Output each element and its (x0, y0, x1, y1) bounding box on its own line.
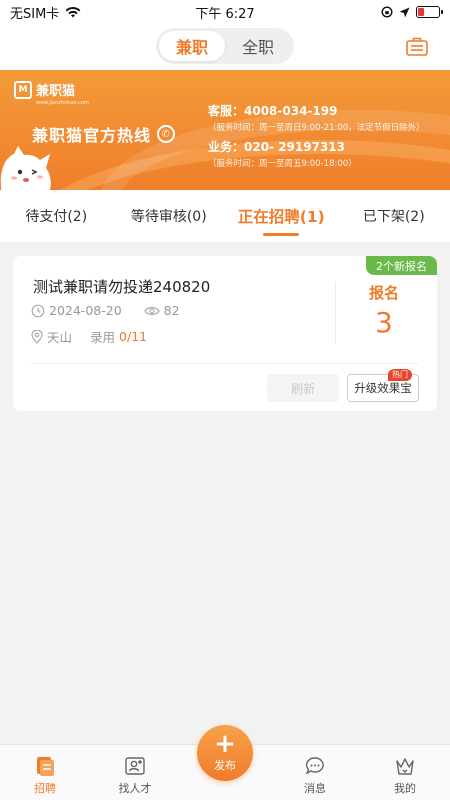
logo-text: 兼职猫 (36, 84, 76, 99)
nav-messages-label: 消息 (304, 782, 326, 795)
nav-profile-label: 我的 (394, 782, 416, 795)
hotline-title-text: 兼职猫官方热线 (32, 126, 152, 145)
bottom-nav: 招聘 找人才 消息 我的 + 发布 (0, 725, 450, 800)
upgrade-button[interactable]: 升级效果宝 热门 (347, 369, 419, 402)
nav-find-talent[interactable]: 找人才 (90, 745, 180, 800)
recruit-icon (37, 757, 54, 776)
tab-pending-review[interactable]: 等待审核(0) (113, 190, 226, 242)
business-line: 业务：020- 29197313 (208, 140, 346, 154)
nav-recruit-label: 招聘 (34, 782, 56, 795)
service-contact: 客服：4008-034-199 （服务时间：周一至周日9:00-21:00，法定… (208, 102, 425, 133)
job-location: 天山 (47, 330, 73, 345)
status-bar: 无SIM卡 下午 6:27 (0, 0, 450, 24)
job-type-toggle: 兼职 全职 (156, 28, 294, 64)
status-tabs: 待支付(2) 等待审核(0) 正在招聘(1) 已下架(2) (0, 190, 450, 242)
service-line: 客服：4008-034-199 (208, 104, 338, 118)
apply-label: 报名 (369, 284, 400, 302)
job-date: 2024-08-20 (49, 303, 122, 318)
nav-messages[interactable]: 消息 (270, 745, 360, 800)
business-hours: （服务时间：周一至周五9:00-18:00） (208, 159, 357, 169)
hot-badge: 热门 (388, 369, 412, 381)
tab-pending-payment[interactable]: 待支付(2) (0, 190, 113, 242)
hire-value: 0/11 (119, 329, 148, 344)
find-talent-icon (125, 757, 145, 775)
hire-label: 录用 (90, 330, 116, 345)
status-right (381, 6, 443, 18)
publish-button[interactable]: + 发布 (197, 725, 253, 781)
nav-recruit[interactable]: 招聘 (0, 745, 90, 800)
job-location-meta: 天山 录用 0/11 (31, 327, 147, 346)
wifi-icon (65, 7, 81, 18)
business-contact: 业务：020- 29197313 （服务时间：周一至周五9:00-18:00） (208, 138, 357, 169)
orientation-lock-icon (381, 6, 393, 18)
status-left: 无SIM卡 (10, 3, 81, 22)
header: 兼职 全职 (0, 24, 450, 70)
card-divider (31, 363, 419, 364)
card-divider (335, 282, 336, 344)
new-applicants-badge: 2个新报名 (366, 256, 437, 275)
job-views: 82 (163, 303, 180, 318)
job-card[interactable]: 2个新报名 测试兼职请勿投递240820 2024-08-20 82 天山 录用… (13, 256, 437, 411)
phone-icon: ✆ (157, 125, 176, 143)
refresh-button[interactable]: 刷新 (267, 374, 339, 402)
upgrade-button-label: 升级效果宝 (354, 381, 412, 395)
hotline-title: 兼职猫官方热线 ✆ (32, 122, 176, 146)
apply-count[interactable]: 3 (375, 306, 393, 339)
hotline-banner[interactable]: M 兼职猫 www.jianzhimao.com 兼职猫官方热线 ✆ 客服：40… (0, 70, 450, 190)
carrier-label: 无SIM卡 (10, 6, 60, 22)
logo-icon: M (14, 80, 32, 99)
plus-icon: + (214, 729, 236, 759)
tab-recruiting[interactable]: 正在招聘(1) (225, 190, 338, 242)
battery-icon (416, 6, 443, 18)
clock-icon (31, 304, 45, 317)
tab-full-time[interactable]: 全职 (225, 31, 291, 61)
tab-part-time[interactable]: 兼职 (159, 31, 225, 61)
cat-mascot-icon (0, 146, 51, 190)
location-arrow-icon (399, 7, 410, 17)
eye-icon (143, 306, 160, 315)
logo-url: www.jianzhimao.com (36, 100, 89, 106)
location-pin-icon (31, 329, 43, 344)
nav-find-talent-label: 找人才 (118, 782, 152, 795)
brand-logo: M 兼职猫 (14, 80, 75, 99)
battery-fill (418, 8, 424, 16)
message-icon (305, 757, 324, 775)
publish-label: 发布 (214, 759, 236, 772)
job-title[interactable]: 测试兼职请勿投递240820 (33, 276, 210, 297)
job-meta: 2024-08-20 82 (31, 303, 180, 318)
tab-delisted[interactable]: 已下架(2) (338, 190, 450, 242)
nav-profile[interactable]: 我的 (360, 745, 450, 800)
briefcase-icon[interactable] (406, 36, 428, 56)
profile-icon (396, 758, 414, 775)
service-hours: （服务时间：周一至周日9:00-21:00，法定节假日除外） (208, 123, 425, 133)
